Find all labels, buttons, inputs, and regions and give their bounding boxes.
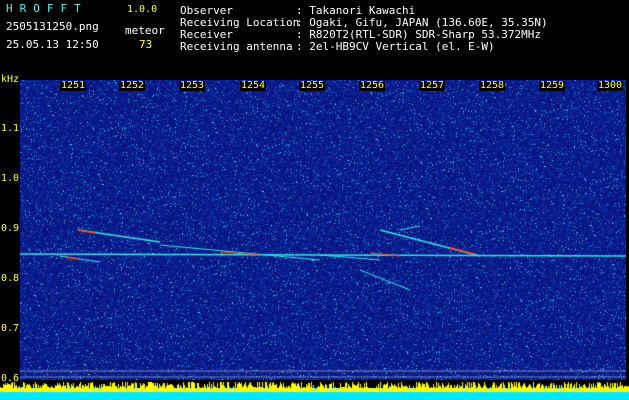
y-tick-0-7: 0.7 [1,323,20,334]
filename-label: 2505131250.png [6,20,99,33]
y-tick-0-8: 0.8 [1,273,20,284]
signal-level-bars [0,380,629,400]
x-tick-1259: 1259 [539,80,566,91]
spectrogram-canvas [20,80,626,380]
y-tick-1-0: 1.0 [1,173,20,184]
y-unit-label: kHz [1,74,20,85]
antenna-label: Receiving antenna [180,40,293,53]
x-tick-1256: 1256 [359,80,386,91]
antenna-value: : 2el-HB9CV Vertical (el. E-W) [296,40,495,53]
y-tick-1-1: 1.1 [1,123,20,134]
y-tick-0-9: 0.9 [1,223,20,234]
x-tick-1253: 1253 [179,80,206,91]
x-tick-1300: 1300 [597,80,624,91]
x-tick-1252: 1252 [119,80,146,91]
header-panel: HROFFT 1.0.0 2505131250.png meteor 25.05… [0,0,629,85]
x-tick-1257: 1257 [419,80,446,91]
meteor-label: meteor [125,24,165,37]
datetime-label: 25.05.13 12:50 [6,38,99,51]
x-tick-1251: 1251 [60,80,87,91]
version-label: 1.0.0 [127,4,158,15]
brand-title: HROFFT [6,2,88,15]
x-tick-1255: 1255 [299,80,326,91]
x-tick-1254: 1254 [240,80,267,91]
x-tick-1258: 1258 [479,80,506,91]
meteor-count: 73 [139,38,153,51]
